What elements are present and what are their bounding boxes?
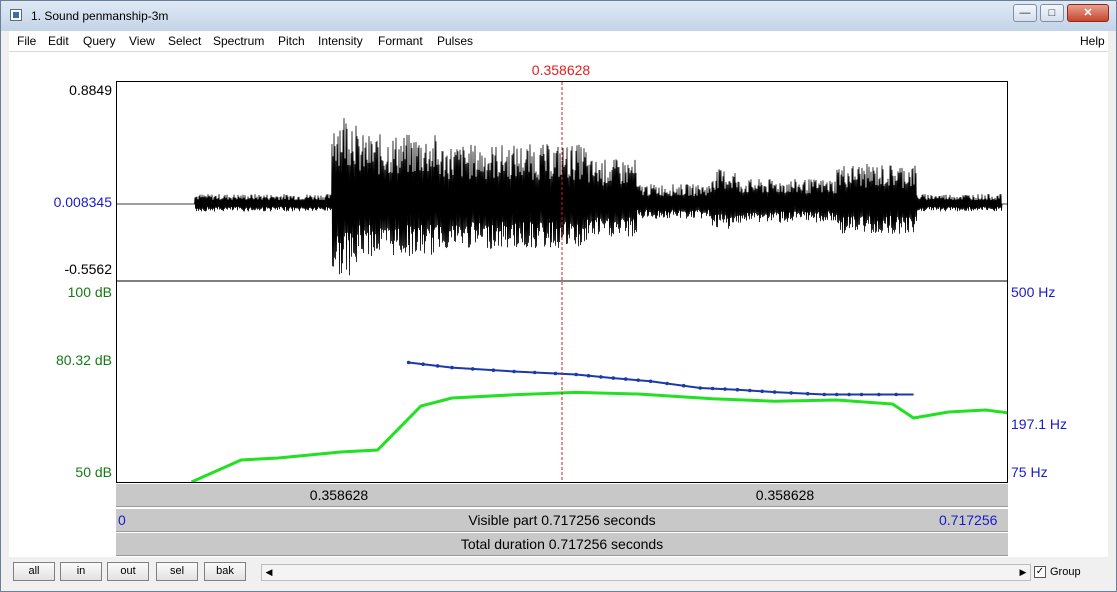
intensity-curve bbox=[190, 390, 1007, 482]
sound-plot-area[interactable] bbox=[116, 81, 1008, 483]
visible-end-label: 0.717256 bbox=[939, 512, 998, 528]
selection-right-label: 0.358628 bbox=[755, 487, 815, 503]
pitch-point bbox=[435, 364, 440, 368]
pitch-point bbox=[877, 392, 881, 397]
pitch-point bbox=[681, 383, 686, 388]
menu-pulses[interactable]: Pulses bbox=[437, 34, 473, 48]
pitch-bottom-label: 75 Hz bbox=[1011, 464, 1048, 480]
pitch-points bbox=[406, 360, 898, 397]
intensity-mid-label: 80.32 dB bbox=[55, 352, 112, 368]
menu-pitch[interactable]: Pitch bbox=[278, 34, 305, 48]
zoom-out-button[interactable]: out bbox=[107, 562, 149, 581]
pitch-point bbox=[698, 386, 702, 390]
visible-start-label: 0 bbox=[118, 512, 126, 528]
pitch-point bbox=[406, 360, 411, 365]
total-duration-label: Total duration 0.717256 seconds bbox=[460, 536, 664, 552]
total-duration-bar[interactable]: Total duration 0.717256 seconds bbox=[116, 532, 1008, 556]
pitch-point bbox=[491, 368, 496, 373]
time-scrollbar[interactable]: ◀ ▶ bbox=[261, 564, 1031, 581]
waveform-min-label: -0.5562 bbox=[64, 261, 112, 277]
intensity-top-label: 100 dB bbox=[67, 284, 112, 300]
pitch-point bbox=[859, 392, 864, 397]
pitch-point bbox=[822, 392, 827, 397]
pitch-point bbox=[847, 392, 851, 397]
pitch-point bbox=[421, 362, 425, 367]
pitch-point bbox=[648, 379, 653, 384]
pitch-point bbox=[532, 370, 537, 375]
pitch-point bbox=[710, 386, 715, 391]
pitch-point bbox=[599, 375, 603, 379]
pitch-point bbox=[665, 381, 669, 386]
pitch-point bbox=[623, 377, 628, 381]
pitch-point bbox=[748, 388, 752, 393]
visible-part-label: Visible part 0.717256 seconds bbox=[468, 512, 656, 528]
zoom-all-button[interactable]: all bbox=[13, 562, 55, 581]
menu-intensity[interactable]: Intensity bbox=[318, 34, 363, 48]
close-button[interactable]: ✕ bbox=[1067, 4, 1109, 22]
pitch-point bbox=[586, 373, 591, 378]
menu-edit[interactable]: Edit bbox=[48, 34, 69, 48]
menu-view[interactable]: View bbox=[129, 34, 155, 48]
minimize-button[interactable]: — bbox=[1013, 4, 1037, 22]
group-label: Group bbox=[1050, 566, 1081, 578]
pitch-point bbox=[611, 376, 616, 380]
sound-plot-svg bbox=[117, 82, 1007, 482]
bottom-toolbar: all in out sel bak ◀ ▶ ✓ Group bbox=[9, 557, 1108, 587]
zoom-back-button[interactable]: bak bbox=[204, 562, 246, 581]
menu-help[interactable]: Help bbox=[1080, 34, 1105, 48]
group-checkbox[interactable]: ✓ bbox=[1034, 566, 1046, 578]
pitch-point bbox=[735, 387, 740, 392]
zoom-selection-button[interactable]: sel bbox=[156, 562, 198, 581]
scroll-right-icon[interactable]: ▶ bbox=[1016, 565, 1030, 580]
pitch-point bbox=[772, 390, 777, 394]
menu-bar: File Edit Query View Select Spectrum Pit… bbox=[9, 31, 1108, 52]
visible-part-bar[interactable]: Visible part 0.717256 seconds bbox=[116, 508, 1008, 532]
pitch-point bbox=[553, 371, 558, 376]
pitch-mid-label: 197.1 Hz bbox=[1011, 416, 1068, 432]
selection-left-label: 0.358628 bbox=[309, 487, 369, 503]
pitch-point bbox=[574, 372, 578, 377]
waveform-mid-label: 0.008345 bbox=[53, 194, 112, 210]
menu-select[interactable]: Select bbox=[168, 34, 201, 48]
praat-sound-window: 1. Sound penmanship-3m — □ ✕ File Edit Q… bbox=[0, 0, 1117, 592]
cursor-time-label: 0.358628 bbox=[531, 62, 591, 78]
pitch-point bbox=[512, 369, 516, 374]
title-bar: 1. Sound penmanship-3m — □ ✕ bbox=[1, 1, 1116, 31]
pitch-point bbox=[805, 391, 810, 396]
pitch-point bbox=[760, 389, 764, 394]
waveform-max-label: 0.8849 bbox=[69, 82, 112, 98]
pitch-point bbox=[894, 392, 898, 397]
menu-formant[interactable]: Formant bbox=[378, 34, 423, 48]
pitch-point bbox=[834, 392, 839, 397]
menu-file[interactable]: File bbox=[17, 34, 36, 48]
pitch-curve bbox=[408, 361, 914, 396]
menu-spectrum[interactable]: Spectrum bbox=[213, 34, 264, 48]
pitch-point bbox=[789, 391, 793, 395]
pitch-top-label: 500 Hz bbox=[1011, 284, 1056, 300]
pitch-point bbox=[636, 378, 640, 383]
selection-right-bar[interactable]: 0.358628 bbox=[562, 483, 1008, 507]
pitch-point bbox=[723, 387, 727, 391]
app-icon bbox=[10, 9, 22, 21]
waveform-trace bbox=[117, 118, 1007, 276]
intensity-bottom-label: 50 dB bbox=[75, 464, 112, 480]
scroll-left-icon[interactable]: ◀ bbox=[262, 565, 276, 580]
window-title: 1. Sound penmanship-3m bbox=[31, 9, 169, 23]
zoom-in-button[interactable]: in bbox=[60, 562, 102, 581]
menu-query[interactable]: Query bbox=[83, 34, 116, 48]
pitch-point bbox=[470, 367, 475, 371]
pitch-point bbox=[450, 365, 454, 370]
maximize-button[interactable]: □ bbox=[1040, 4, 1064, 22]
selection-left-bar[interactable]: 0.358628 bbox=[116, 483, 562, 507]
